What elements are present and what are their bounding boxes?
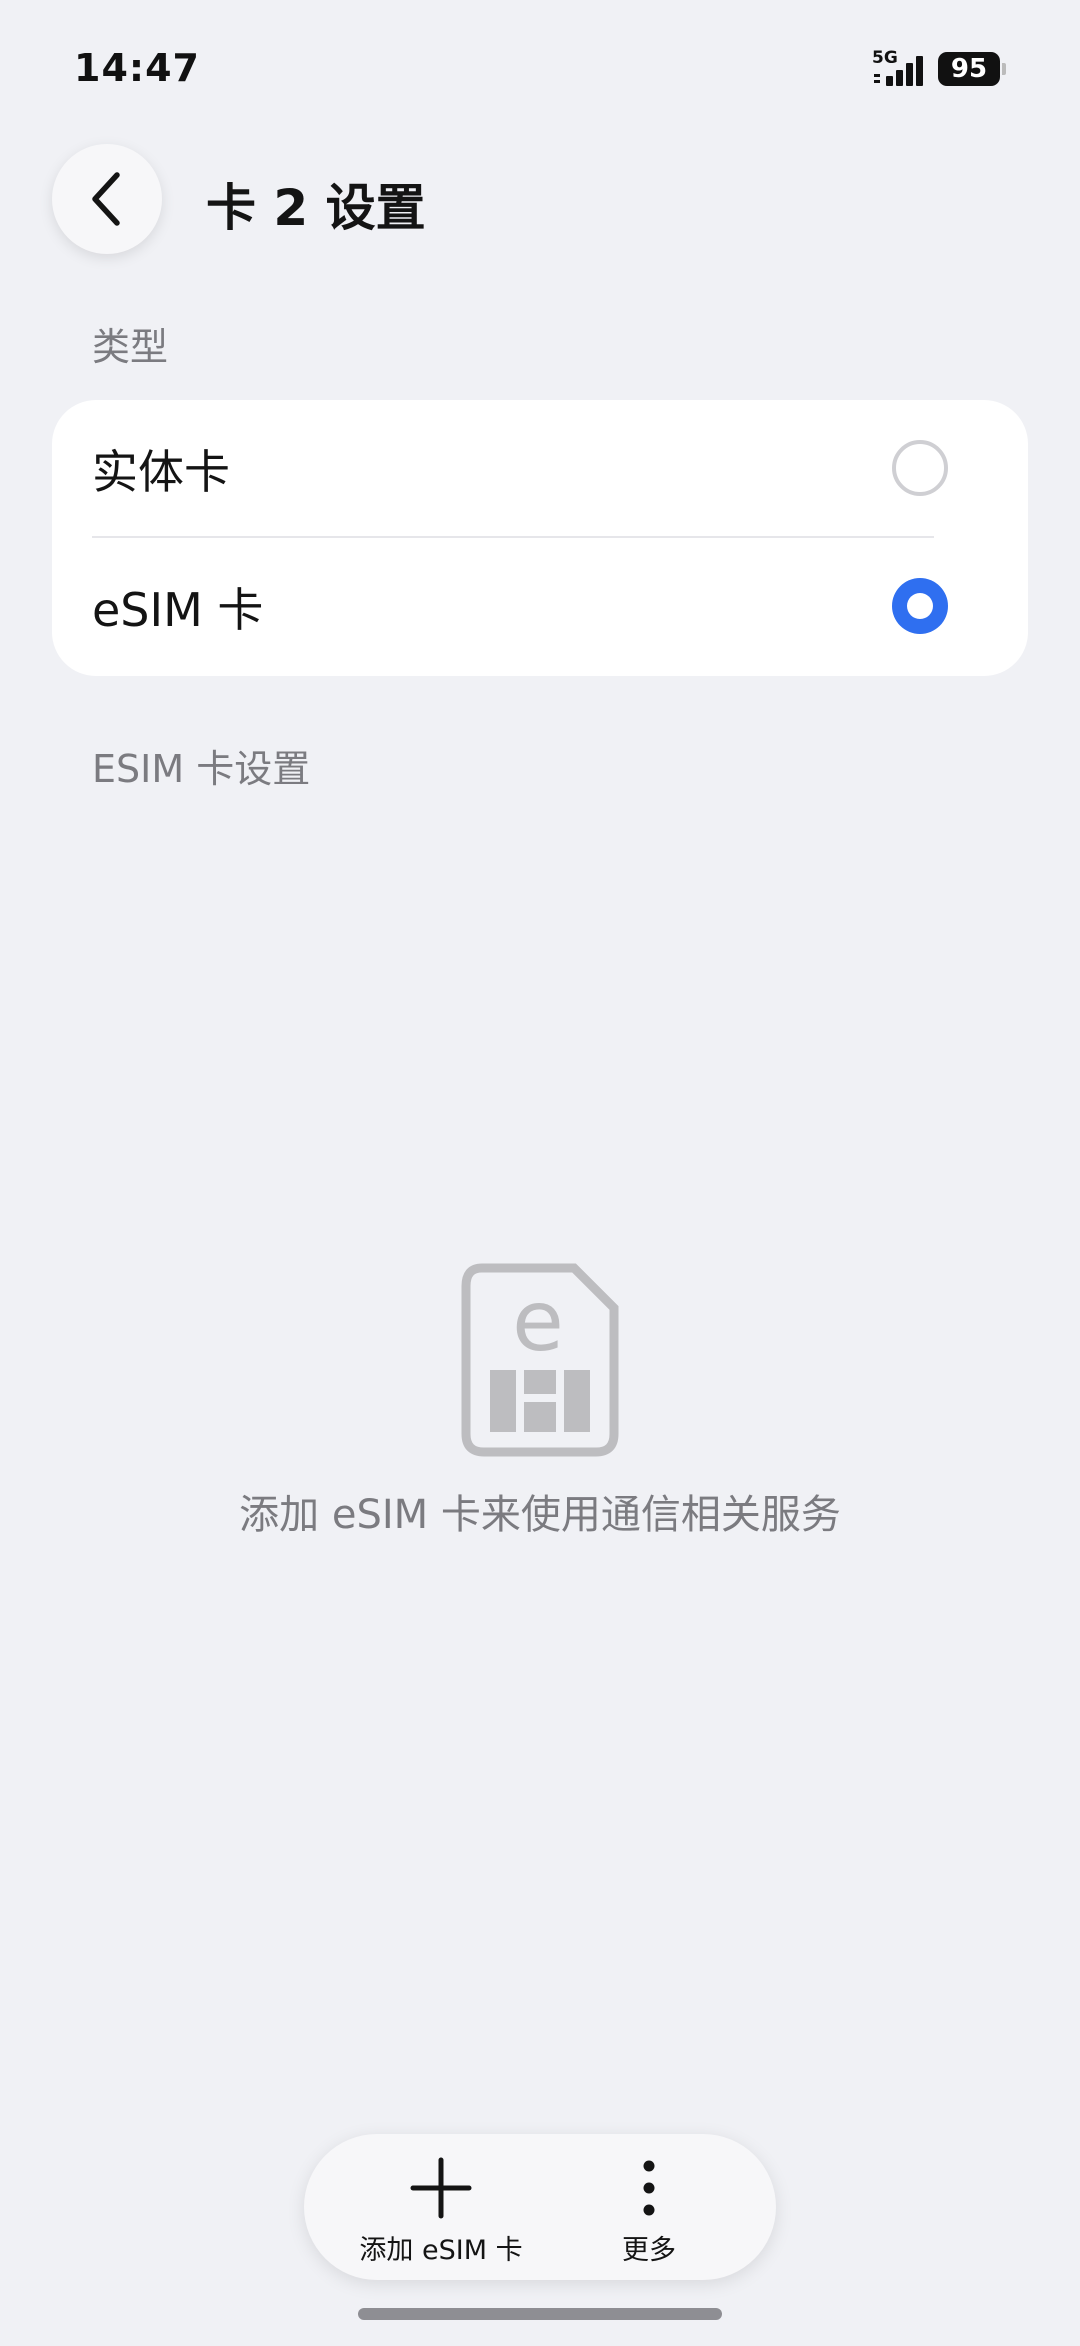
option-esim[interactable]: eSIM 卡: [52, 538, 1028, 674]
radio-esim[interactable]: [892, 578, 948, 634]
esim-section-label: ESIM 卡设置: [92, 747, 311, 791]
home-indicator[interactable]: [358, 2308, 722, 2320]
option-label: 实体卡: [92, 445, 230, 499]
battery-indicator: 95: [938, 52, 1000, 86]
add-esim-label: 添加 eSIM 卡: [359, 2235, 523, 2266]
sim-type-card: 实体卡 eSIM 卡: [52, 400, 1028, 676]
battery-tip: [1002, 63, 1006, 75]
add-esim-button[interactable]: 添加 eSIM 卡: [356, 2134, 526, 2280]
empty-state-text: 添加 eSIM 卡来使用通信相关服务: [239, 1492, 841, 1538]
esim-card-icon: e: [460, 1262, 620, 1458]
more-label: 更多: [622, 2235, 676, 2266]
status-time: 14:47: [74, 46, 200, 90]
option-label: eSIM 卡: [92, 583, 264, 637]
option-physical-sim[interactable]: 实体卡: [52, 400, 1028, 536]
type-section-label: 类型: [92, 325, 169, 369]
status-icons: 5G 95: [872, 48, 1006, 88]
battery-level: 95: [950, 54, 988, 84]
more-button[interactable]: 更多: [604, 2134, 694, 2280]
plus-icon: [409, 2156, 473, 2220]
page-title: 卡 2 设置: [206, 179, 426, 237]
signal-indicator: 5G: [872, 48, 928, 88]
chevron-left-icon: [92, 172, 120, 226]
back-button[interactable]: [52, 144, 162, 254]
svg-text:e: e: [512, 1272, 564, 1370]
network-type-label: 5G: [872, 48, 898, 68]
radio-dot: [907, 593, 933, 619]
more-vertical-icon: [639, 2156, 659, 2220]
radio-physical-sim[interactable]: [892, 440, 948, 496]
screen: 14:47 5G 95 卡 2 设置 类型 实体卡 eSIM 卡 ESIM 卡设…: [0, 0, 1080, 2346]
bottom-toolbar: 添加 eSIM 卡 更多: [304, 2134, 776, 2280]
